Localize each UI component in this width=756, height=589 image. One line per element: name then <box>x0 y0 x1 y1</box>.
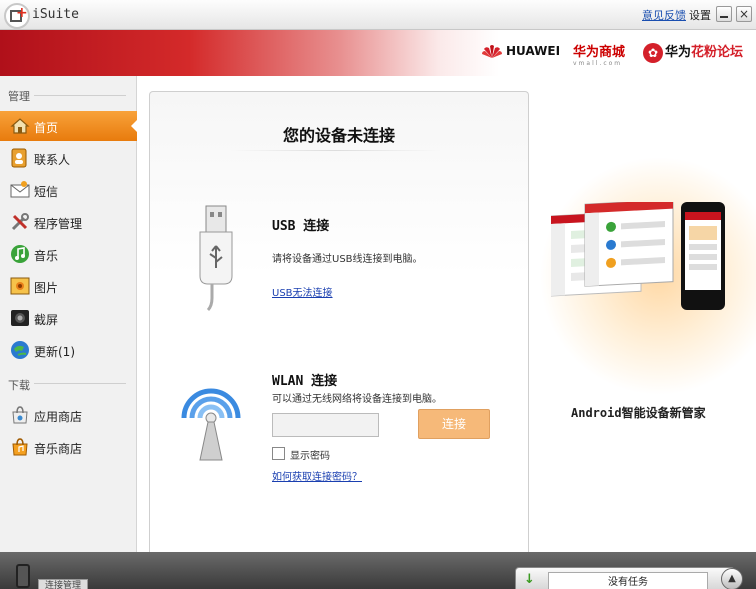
sidebar-item-label: 应用商店 <box>34 410 83 424</box>
brand-banner: HUAWEI 华为商城 vmall.com ✿ 华为花粉论坛 <box>0 30 756 76</box>
feedback-link[interactable]: 意见反馈 <box>642 7 686 23</box>
wlan-password-input[interactable] <box>272 413 379 437</box>
screenshot-icon <box>11 310 29 326</box>
contacts-icon <box>11 148 27 168</box>
pictures-icon <box>10 277 30 295</box>
minimize-button[interactable] <box>716 6 732 22</box>
phone-icon <box>16 564 30 588</box>
download-arrow-icon: ↓ <box>524 572 535 587</box>
music-icon <box>11 245 29 263</box>
sidebar-item-home[interactable]: 首页 <box>0 111 138 141</box>
huawei-logo-icon <box>482 44 502 58</box>
vmall-sub-label: vmall.com <box>573 60 623 67</box>
music-store-icon <box>12 438 28 456</box>
vmall-label: 华为商城 <box>573 45 626 60</box>
sidebar-item-label: 音乐商店 <box>34 442 83 456</box>
settings-button[interactable]: 设置 <box>689 7 711 23</box>
page-title: 您的设备未连接 <box>282 126 395 145</box>
divider <box>34 95 126 96</box>
task-status-text: 没有任务 <box>548 572 708 589</box>
promo-area: Android智能设备新管家 <box>529 76 756 552</box>
sidebar: 管理 首页 联系人 短信 程序管理 音乐 图片 截屏 更新(1) 下载 应用商店… <box>0 76 138 552</box>
main-content: 您的设备未连接 USB 连接 请将设备通过USB线连接到电脑。 USB无法连接 … <box>137 76 756 552</box>
section-label-download: 下载 <box>8 379 30 392</box>
apps-icon <box>11 213 29 231</box>
sidebar-item-label: 联系人 <box>34 153 71 167</box>
sidebar-item-label: 程序管理 <box>34 217 83 231</box>
connection-panel: 您的设备未连接 USB 连接 请将设备通过USB线连接到电脑。 USB无法连接 … <box>149 91 529 552</box>
app-store-icon <box>12 406 28 424</box>
sms-icon <box>10 181 30 198</box>
app-logo-icon: + <box>4 3 30 29</box>
section-label-manage: 管理 <box>8 90 30 103</box>
usb-description: 请将设备通过USB线连接到电脑。 <box>272 254 423 265</box>
sidebar-item-app-store[interactable]: 应用商店 <box>0 400 137 430</box>
wifi-antenna-icon <box>181 388 241 461</box>
sidebar-item-screenshot[interactable]: 截屏 <box>0 303 137 333</box>
divider <box>34 383 126 384</box>
connect-button[interactable]: 连接 <box>418 409 490 439</box>
forum-brand-link[interactable]: ✿ 华为花粉论坛 <box>643 41 743 63</box>
title-bar: + iSuite 意见反馈 设置 × <box>0 0 756 30</box>
sidebar-item-label: 音乐 <box>34 249 59 263</box>
forum-suffix-label: 花粉论坛 <box>691 45 744 60</box>
sidebar-item-label: 更新(1) <box>34 345 75 359</box>
app-title: iSuite <box>32 7 79 22</box>
sidebar-item-label: 短信 <box>34 185 59 199</box>
forum-flower-icon: ✿ <box>643 42 663 63</box>
sidebar-item-label: 首页 <box>34 121 59 135</box>
sidebar-item-apps[interactable]: 程序管理 <box>0 207 137 237</box>
sidebar-item-label: 截屏 <box>34 313 59 327</box>
show-password-label[interactable]: 显示密码 <box>290 447 330 462</box>
usb-heading: USB 连接 <box>272 219 330 234</box>
sidebar-item-label: 图片 <box>34 281 59 295</box>
sidebar-item-pictures[interactable]: 图片 <box>0 271 137 301</box>
update-icon <box>11 341 29 359</box>
sidebar-item-update[interactable]: 更新(1) <box>0 335 137 365</box>
connection-manager-button[interactable]: 连接管理 <box>38 579 89 589</box>
forum-prefix-label: 华为 <box>665 45 692 60</box>
usb-cable-icon <box>199 205 233 312</box>
status-bar: 连接管理 ↓ 没有任务 ▲ <box>0 552 756 589</box>
promo-illustration <box>551 202 725 310</box>
wlan-description: 可以通过无线网络将设备连接到电脑。 <box>272 394 442 405</box>
home-icon <box>10 118 30 134</box>
show-password-checkbox[interactable] <box>272 447 285 460</box>
close-button[interactable]: × <box>736 6 752 22</box>
sidebar-item-music-store[interactable]: 音乐商店 <box>0 432 137 462</box>
huawei-label: HUAWEI <box>506 44 561 58</box>
task-status-bar[interactable]: ↓ 没有任务 <box>515 567 735 589</box>
vmall-brand-link[interactable]: 华为商城 vmall.com <box>573 41 625 67</box>
get-password-help-link[interactable]: 如何获取连接密码？ <box>272 468 362 483</box>
sidebar-item-sms[interactable]: 短信 <box>0 175 137 205</box>
expand-tasks-button[interactable]: ▲ <box>721 568 743 589</box>
sidebar-item-music[interactable]: 音乐 <box>0 239 137 269</box>
wlan-heading: WLAN 连接 <box>272 374 338 389</box>
usb-cannot-connect-link[interactable]: USB无法连接 <box>272 284 333 299</box>
divider <box>230 150 440 151</box>
promo-caption: Android智能设备新管家 <box>571 406 706 420</box>
sidebar-item-contacts[interactable]: 联系人 <box>0 143 137 173</box>
huawei-brand-link[interactable]: HUAWEI <box>481 44 560 59</box>
